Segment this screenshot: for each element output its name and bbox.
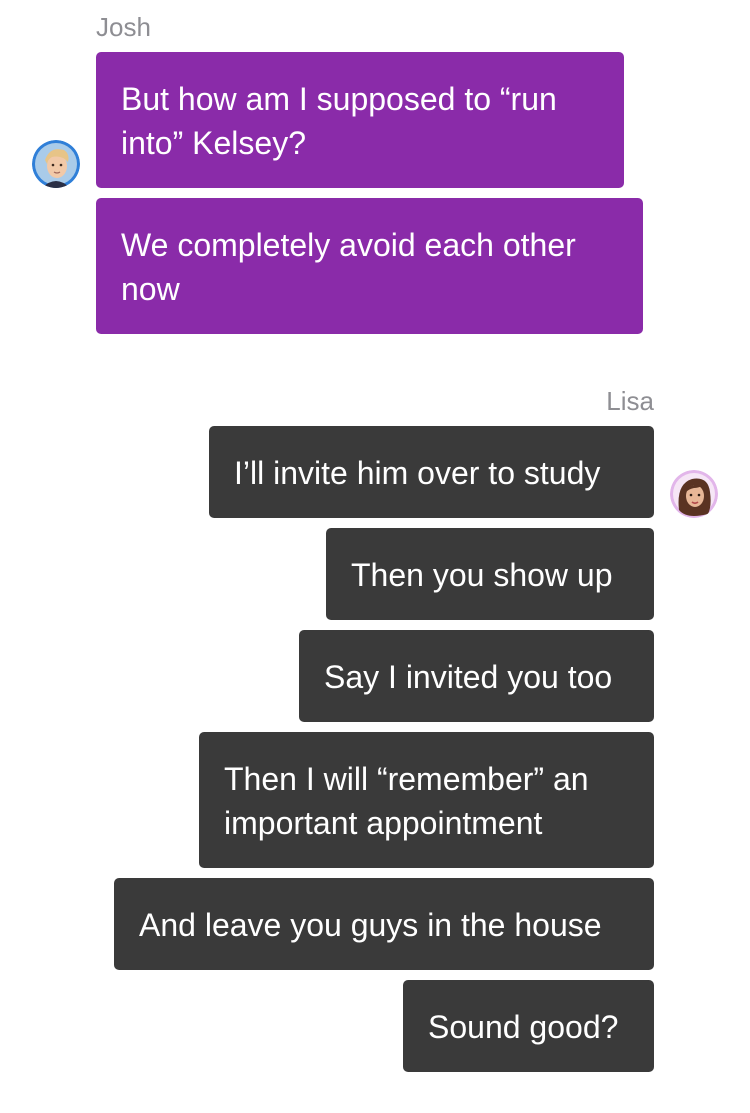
josh-avatar-icon[interactable] [32,140,80,188]
lisa-message-6: Sound good? [403,980,654,1072]
lisa-message-3: Say I invited you too [299,630,654,722]
josh-message-2: We completely avoid each other now [96,198,643,334]
sender-name-josh: Josh [96,12,151,42]
lisa-message-2: Then you show up [326,528,654,620]
lisa-message-4: Then I will “remember” an important appo… [199,732,654,868]
sender-name-lisa: Lisa [606,386,654,416]
lisa-message-1: I’ll invite him over to study [209,426,654,518]
lisa-message-5: And leave you guys in the house [114,878,654,970]
lisa-avatar-icon[interactable] [670,470,718,518]
josh-message-1: But how am I supposed to “run into” Kels… [96,52,624,188]
